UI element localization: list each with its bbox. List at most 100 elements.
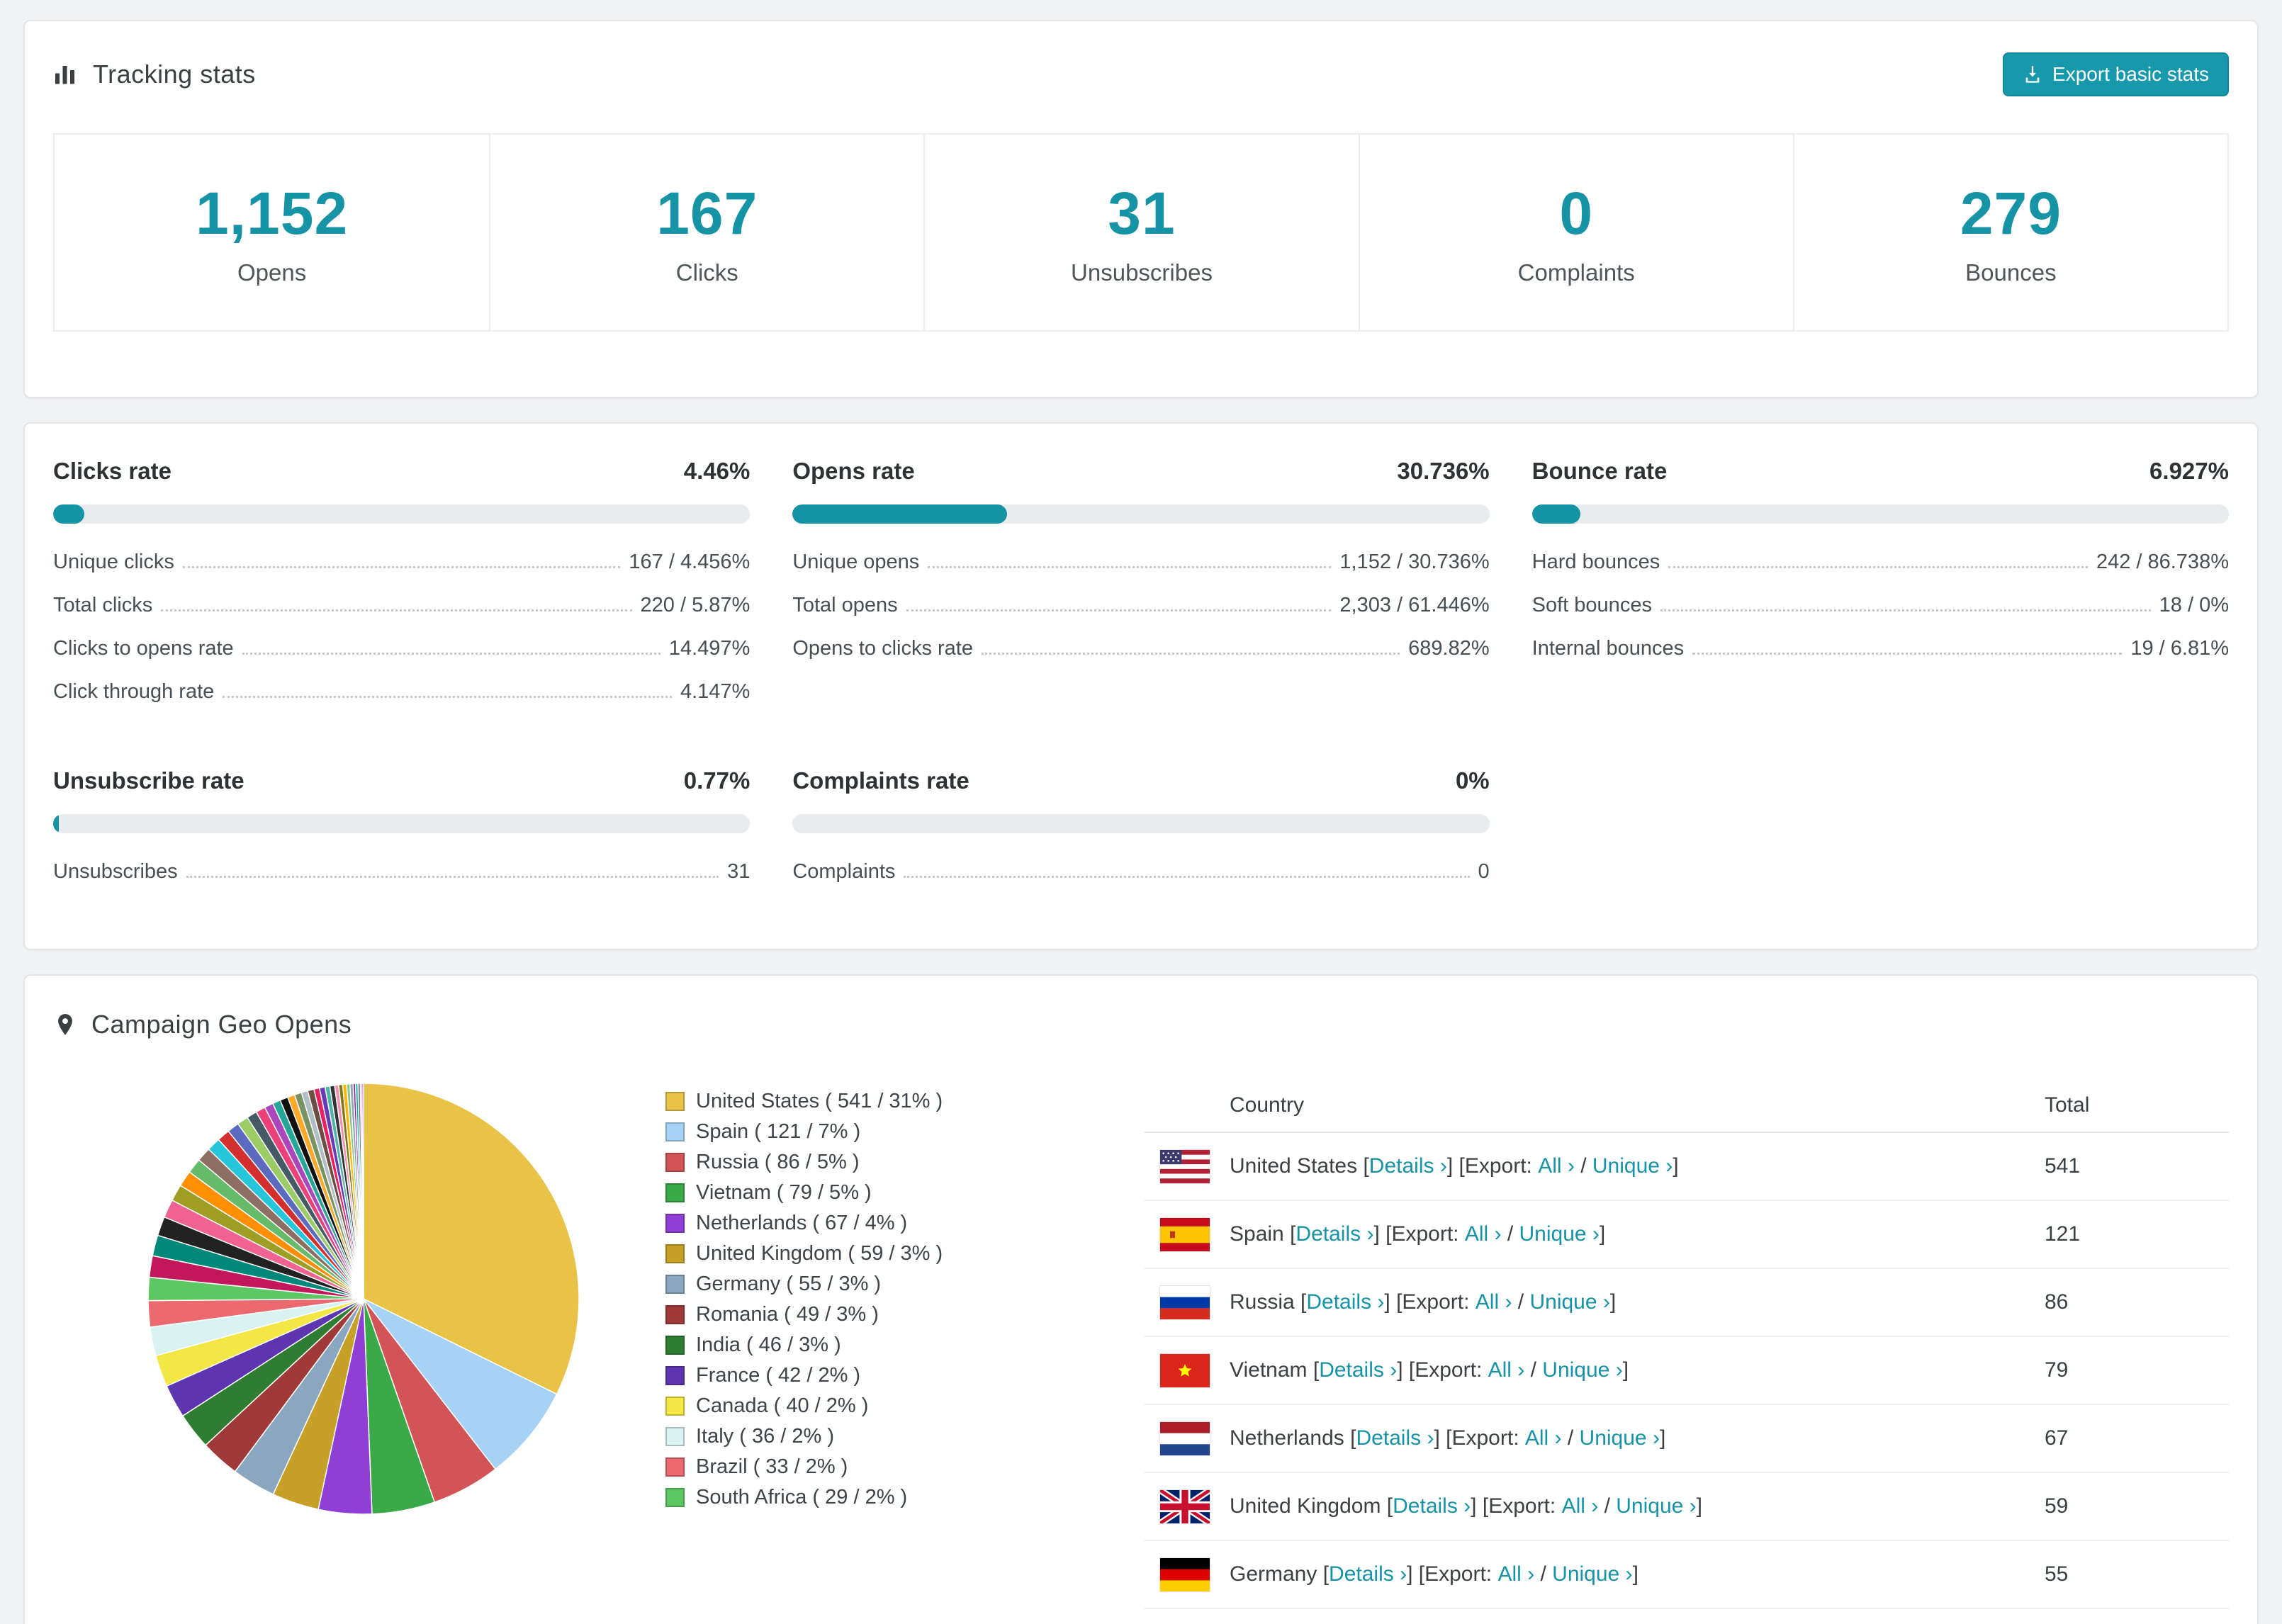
legend-item-united-states: United States ( 541 / 31% ): [665, 1086, 1062, 1117]
export-basic-stats-button[interactable]: Export basic stats: [2003, 52, 2229, 96]
rate-row-label: Unique clicks: [53, 551, 174, 573]
country-name: Germany: [1230, 1562, 1317, 1586]
rate-percentage: 0.77%: [683, 767, 751, 794]
rate-row-label: Internal bounces: [1531, 637, 1685, 660]
rate-rows: Unique opens 1,152 / 30.736% Total opens 2,…: [792, 541, 1489, 670]
rate-row-total-clicks: Total clicks 220 / 5.87%: [53, 584, 750, 627]
export-prefix: Export:: [1424, 1562, 1498, 1586]
legend-item-italy: Italy ( 36 / 2% ): [665, 1421, 1062, 1452]
details-link[interactable]: Details ›: [1393, 1494, 1471, 1518]
country-total: 55: [2045, 1562, 2069, 1586]
bracket: ] [: [1397, 1358, 1415, 1382]
export-basic-stats-label: Export basic stats: [2052, 63, 2209, 85]
details-link[interactable]: Details ›: [1306, 1290, 1384, 1314]
rate-row-complaints: Complaints 0: [792, 850, 1489, 893]
bracket: [: [1344, 1426, 1356, 1450]
legend-item-romania: Romania ( 49 / 3% ): [665, 1299, 1062, 1330]
rate-rows: Unique clicks 167 / 4.456% Total clicks 220…: [53, 541, 750, 714]
total-column-header: Total: [2045, 1093, 2090, 1117]
export-all-link[interactable]: All ›: [1497, 1562, 1534, 1586]
country-cell: Vietnam [Details ›] [Export: All › / Uni…: [1145, 1353, 2045, 1387]
country-column-header: Country: [1230, 1093, 1305, 1117]
rate-percentage: 6.927%: [2149, 458, 2229, 484]
rate-row-internal-bounces: Internal bounces 19 / 6.81%: [1532, 627, 2229, 670]
legend-swatch: [665, 1183, 685, 1202]
dotted-leader: [182, 566, 621, 568]
legend-swatch: [665, 1214, 685, 1233]
bracket: ]: [1673, 1154, 1679, 1178]
legend-swatch: [665, 1366, 685, 1385]
rate-panel-header: Opens rate 30.736%: [792, 458, 1489, 485]
legend-swatch: [665, 1488, 685, 1507]
country-name: Vietnam: [1230, 1358, 1308, 1382]
rate-row-total-opens: Total opens 2,303 / 61.446%: [792, 584, 1489, 627]
bracket: ] [: [1373, 1222, 1392, 1246]
export-prefix: Export:: [1402, 1290, 1476, 1314]
export-download-icon: [2023, 64, 2042, 84]
bracket: ]: [1659, 1426, 1666, 1450]
geo-table-rows: United States [Details ›] [Export: All ›…: [1145, 1133, 2229, 1609]
progress-bar-track: [792, 814, 1490, 833]
export-unique-link[interactable]: Unique ›: [1592, 1154, 1673, 1178]
country-cell: Netherlands [Details ›] [Export: All › /…: [1145, 1421, 2045, 1455]
bracket: [: [1357, 1154, 1369, 1178]
export-unique-link[interactable]: Unique ›: [1616, 1494, 1696, 1518]
details-link[interactable]: Details ›: [1356, 1426, 1434, 1450]
rate-row-unsubscribes: Unsubscribes 31: [53, 850, 750, 893]
export-unique-link[interactable]: Unique ›: [1580, 1426, 1660, 1450]
stat-label: Complaints: [1517, 259, 1635, 286]
country-name: Spain: [1230, 1222, 1284, 1246]
export-unique-link[interactable]: Unique ›: [1519, 1222, 1600, 1246]
progress-bar-track: [1531, 504, 2229, 524]
legend-label: France ( 42 / 2% ): [696, 1364, 861, 1387]
export-unique-link[interactable]: Unique ›: [1542, 1358, 1622, 1382]
country-cell: Russia [Details ›] [Export: All › / Uniq…: [1145, 1285, 2045, 1319]
geo-table-row-russia: Russia [Details ›] [Export: All › / Uniq…: [1145, 1269, 2229, 1337]
export-prefix: Export:: [1464, 1154, 1539, 1178]
export-all-link[interactable]: All ›: [1465, 1222, 1502, 1246]
details-link[interactable]: Details ›: [1329, 1562, 1407, 1586]
export-all-link[interactable]: All ›: [1562, 1494, 1599, 1518]
legend-label: Russia ( 86 / 5% ): [696, 1151, 860, 1173]
export-all-link[interactable]: All ›: [1525, 1426, 1562, 1450]
bracket: ]: [1609, 1290, 1617, 1314]
export-unique-link[interactable]: Unique ›: [1552, 1562, 1632, 1586]
geo-table-row-united-kingdom: United Kingdom [Details ›] [Export: All …: [1145, 1473, 2229, 1541]
legend-swatch: [665, 1092, 685, 1111]
flag-us-icon: [1160, 1149, 1210, 1183]
legend-item-netherlands: Netherlands ( 67 / 4% ): [665, 1208, 1062, 1239]
legend-label: United Kingdom ( 59 / 3% ): [696, 1242, 943, 1265]
export-unique-link[interactable]: Unique ›: [1529, 1290, 1609, 1314]
details-link[interactable]: Details ›: [1369, 1154, 1447, 1178]
legend-swatch: [665, 1457, 685, 1477]
geo-opens-table: Country Total United States [Details ›] …: [1145, 1079, 2229, 1609]
stat-box-unsubscribes: 31 Unsubscribes: [923, 135, 1359, 330]
rate-panel-clicks-rate: Clicks rate 4.46% Unique clicks 167 / 4.456…: [53, 458, 751, 714]
details-link[interactable]: Details ›: [1295, 1222, 1373, 1246]
export-all-link[interactable]: All ›: [1476, 1290, 1512, 1314]
details-link[interactable]: Details ›: [1319, 1358, 1397, 1382]
tracking-stats-title-wrap: Tracking stats: [53, 60, 256, 89]
legend-item-brazil: Brazil ( 33 / 2% ): [665, 1452, 1062, 1482]
separator: /: [1598, 1494, 1617, 1518]
rate-row-opens-to-clicks-rate: Opens to clicks rate 689.82%: [792, 627, 1489, 670]
rate-row-label: Total opens: [792, 594, 898, 616]
stat-label: Opens: [237, 259, 307, 286]
legend-label: Spain ( 121 / 7% ): [696, 1120, 861, 1143]
export-all-link[interactable]: All ›: [1538, 1154, 1575, 1178]
rate-row-clicks-to-opens-rate: Clicks to opens rate 14.497%: [53, 627, 750, 670]
rates-card: Clicks rate 4.46% Unique clicks 167 / 4.456…: [23, 422, 2259, 950]
rate-row-value: 689.82%: [1408, 637, 1490, 660]
legend-item-spain: Spain ( 121 / 7% ): [665, 1117, 1062, 1147]
country-name: Netherlands: [1230, 1426, 1344, 1450]
geo-opens-pie-chart: [144, 1079, 583, 1518]
country-total: 121: [2045, 1222, 2081, 1246]
rate-row-value: 2,303 / 61.446%: [1339, 594, 1490, 616]
progress-bar-fill: [53, 814, 59, 833]
bracket: ]: [1696, 1494, 1702, 1518]
bracket: ]: [1632, 1562, 1639, 1586]
export-all-link[interactable]: All ›: [1488, 1358, 1525, 1382]
stat-value: 31: [1108, 179, 1176, 247]
country-cell: Germany [Details ›] [Export: All › / Uni…: [1145, 1557, 2045, 1591]
rate-panel-header: Bounce rate 6.927%: [1532, 458, 2229, 485]
